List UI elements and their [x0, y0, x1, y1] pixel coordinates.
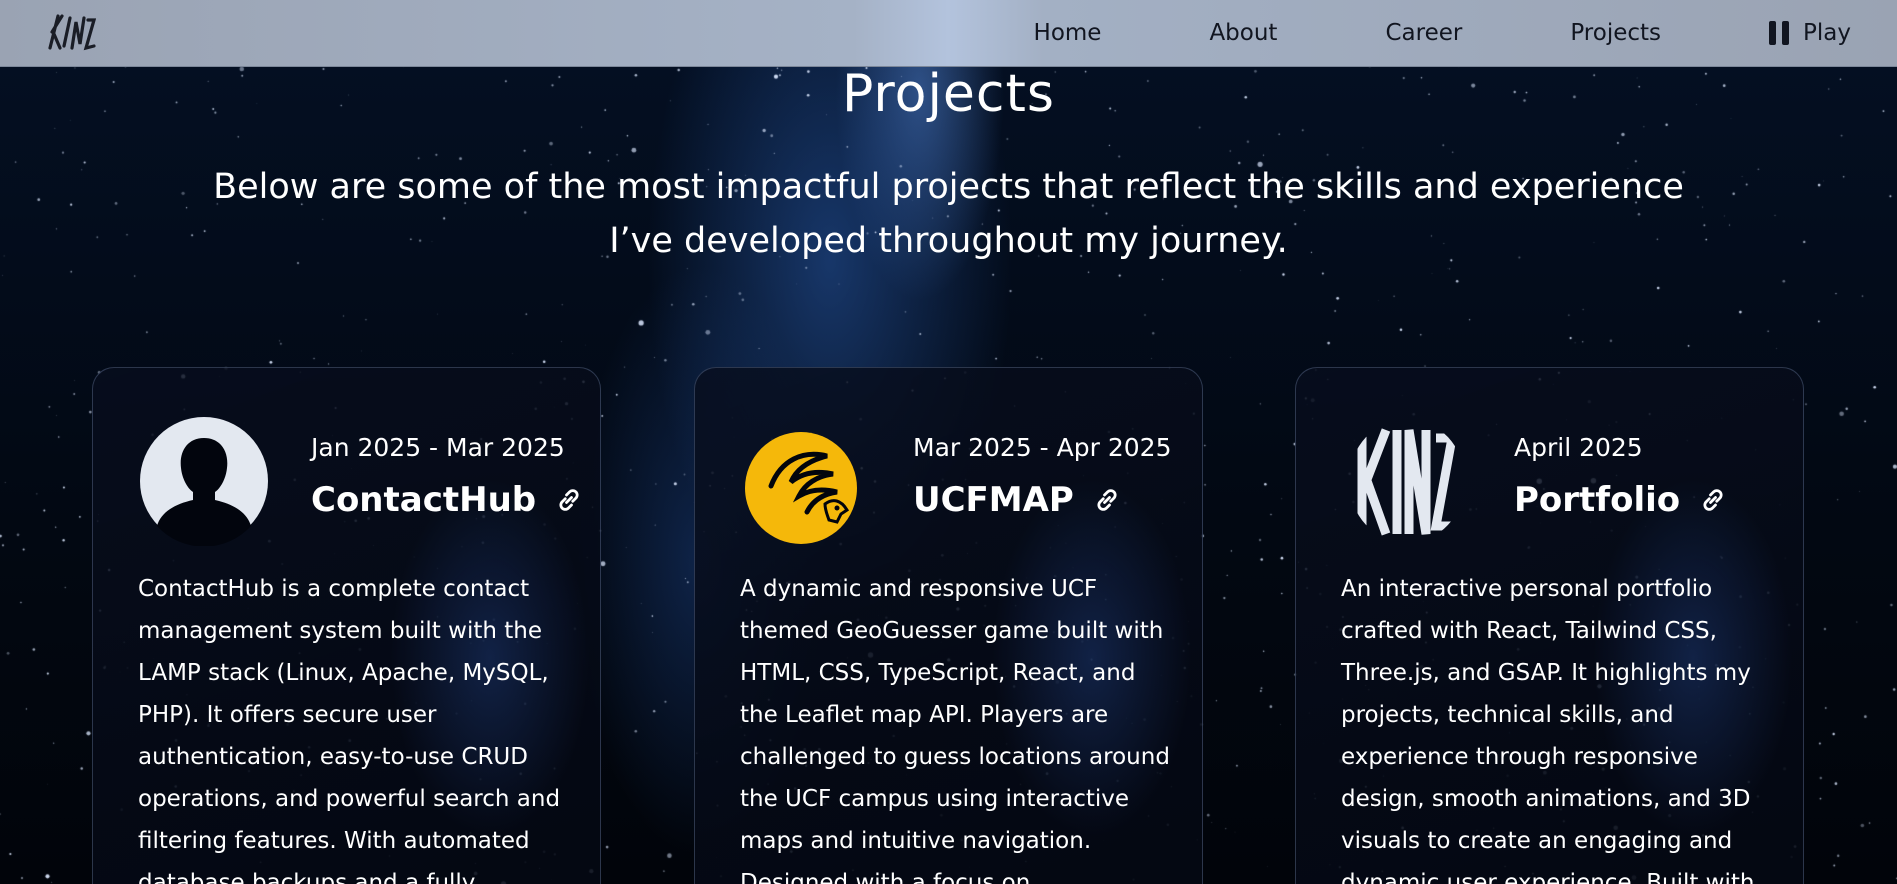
- profile-silhouette-icon: [140, 417, 268, 546]
- project-card-portfolio: April 2025 Portfolio An interactive pers…: [1295, 367, 1804, 884]
- top-navbar: Home About Career Projects Play: [0, 0, 1897, 67]
- nav-projects[interactable]: Projects: [1570, 20, 1661, 46]
- project-description: An interactive personal portfolio crafte…: [1341, 576, 1755, 884]
- project-card-ucfmap: Mar 2025 - Apr 2025 UCFMAP A dynamic and…: [694, 367, 1203, 884]
- project-title: ContactHub: [311, 480, 537, 520]
- nav-links: Home About Career Projects Play: [1034, 0, 1851, 66]
- project-description: ContactHub is a complete contact managem…: [138, 576, 561, 884]
- project-title-row: ContactHub: [311, 480, 584, 520]
- project-title-row: UCFMAP: [913, 480, 1122, 520]
- music-play-button[interactable]: Play: [1769, 20, 1851, 46]
- page-intro: Below are some of the most impactful pro…: [213, 167, 1684, 261]
- page-title: Projects: [841, 64, 1055, 124]
- link-icon[interactable]: [1092, 485, 1122, 515]
- link-icon[interactable]: [1698, 485, 1728, 515]
- project-card-contacthub: Jan 2025 - Mar 2025 ContactHub ContactHu…: [92, 367, 601, 884]
- project-title-row: Portfolio: [1514, 480, 1728, 520]
- page-background: Home About Career Projects Play Projects…: [0, 0, 1897, 884]
- project-title: Portfolio: [1514, 480, 1681, 520]
- project-date: Jan 2025 - Mar 2025: [311, 433, 565, 462]
- link-icon[interactable]: [554, 485, 584, 515]
- project-date: April 2025: [1514, 433, 1643, 462]
- kingz-logo-icon[interactable]: [44, 8, 96, 56]
- ucf-pegasus-logo: [745, 432, 857, 544]
- play-label: Play: [1803, 20, 1851, 46]
- nav-home[interactable]: Home: [1034, 20, 1102, 46]
- project-title: UCFMAP: [913, 480, 1074, 520]
- nav-career[interactable]: Career: [1385, 20, 1462, 46]
- project-date: Mar 2025 - Apr 2025: [913, 433, 1172, 462]
- nav-about[interactable]: About: [1209, 20, 1277, 46]
- kingz-logo: [1357, 428, 1458, 536]
- pause-icon: [1769, 21, 1790, 45]
- project-description: A dynamic and responsive UCF themed GeoG…: [740, 576, 1170, 884]
